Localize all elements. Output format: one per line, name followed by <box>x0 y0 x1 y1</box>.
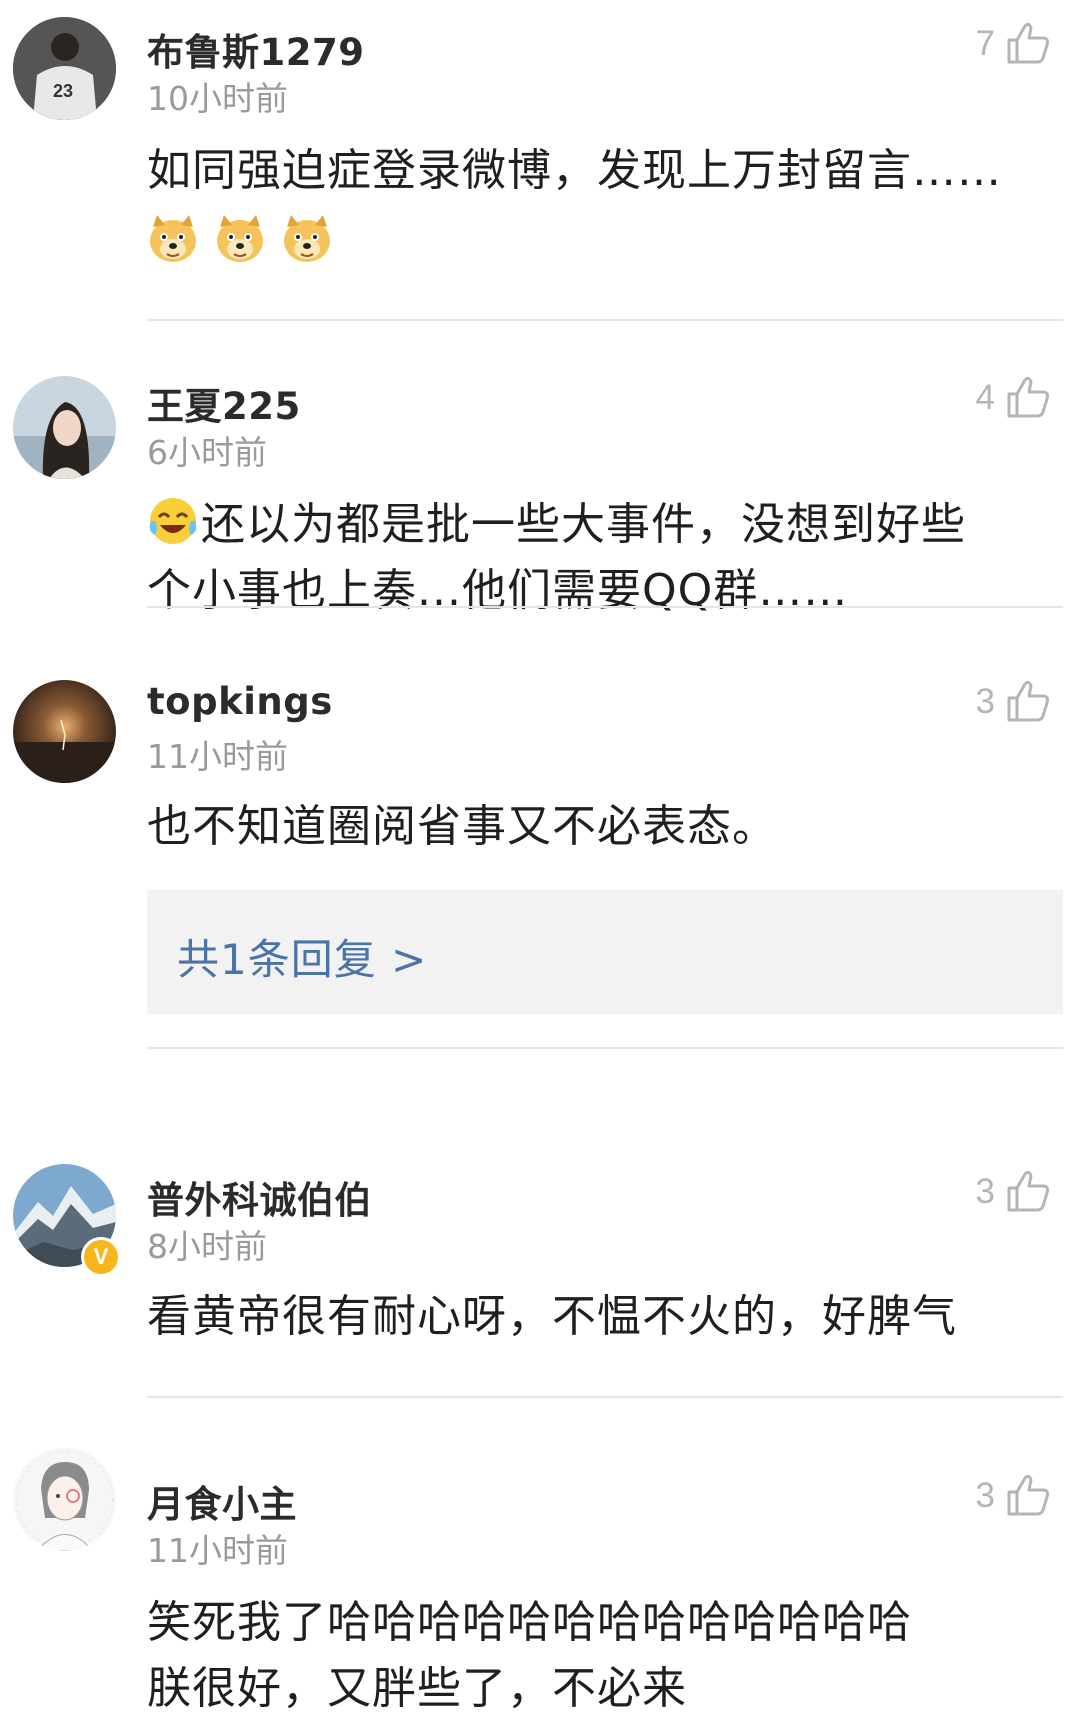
avatar[interactable] <box>13 680 116 783</box>
divider <box>147 319 1063 321</box>
crying-laugh-emoji-icon <box>149 498 197 544</box>
timestamp: 6小时前 <box>147 433 267 472</box>
comment-text-line: 朕很好，又胖些了，不必来 <box>147 1663 687 1714</box>
comment-text-content: 还以为都是批一些大事件，没想到好些 <box>201 499 966 550</box>
thumbs-up-icon[interactable] <box>1005 1168 1051 1214</box>
comment-text-line: 个小事也上奏...他们需要QQ群…… <box>147 565 849 616</box>
thumbs-up-icon[interactable] <box>1005 20 1051 66</box>
avatar[interactable]: 23 <box>13 17 116 120</box>
timestamp: 11小时前 <box>147 1531 288 1570</box>
divider <box>147 1047 1063 1049</box>
like-count: 4 <box>975 378 995 417</box>
comment-text: 也不知道圈阅省事又不必表态。 <box>147 794 1057 860</box>
comment-text: 看黄帝很有耐心呀，不愠不火的，好脾气 <box>147 1284 1057 1350</box>
thumbs-up-icon[interactable] <box>1005 678 1051 724</box>
like-count: 3 <box>975 1476 995 1515</box>
doge-emoji-icon <box>217 215 263 262</box>
svg-text:23: 23 <box>53 81 73 101</box>
username[interactable]: 月食小主 <box>147 1474 297 1528</box>
comment-text-line: 也不知道圈阅省事又不必表态。 <box>147 801 777 852</box>
thumbs-up-icon[interactable] <box>1005 1472 1051 1518</box>
view-replies-link[interactable]: 共1条回复 > <box>177 926 427 987</box>
like-count: 3 <box>975 682 995 721</box>
like-count: 7 <box>975 24 995 63</box>
divider <box>147 606 1063 608</box>
username[interactable]: 王夏225 <box>147 376 301 430</box>
username[interactable]: topkings <box>147 680 333 723</box>
reply-summary-box[interactable]: 共1条回复 > <box>147 890 1063 1014</box>
timestamp: 10小时前 <box>147 79 288 118</box>
comment-text-line: 还以为都是批一些大事件，没想到好些 <box>147 492 1057 558</box>
comment-text: 如同强迫症登录微博，发现上万封留言…… <box>147 138 1057 270</box>
like-count: 3 <box>975 1172 995 1211</box>
emoji-row <box>147 204 1057 270</box>
timestamp: 11小时前 <box>147 737 288 776</box>
comment-text: 还以为都是批一些大事件，没想到好些 个小事也上奏...他们需要QQ群…… <box>147 492 1057 624</box>
username[interactable]: 普外科诚伯伯 <box>147 1170 372 1224</box>
username[interactable]: 布鲁斯1279 <box>147 22 364 76</box>
avatar[interactable] <box>13 376 116 479</box>
divider <box>147 1396 1063 1398</box>
verified-badge: V <box>81 1237 121 1277</box>
doge-emoji-icon <box>150 215 196 262</box>
comment-text: 笑死我了哈哈哈哈哈哈哈哈哈哈哈哈哈 朕很好，又胖些了，不必来 <box>147 1590 1057 1722</box>
timestamp: 8小时前 <box>147 1227 267 1266</box>
comment-text-line: 看黄帝很有耐心呀，不愠不火的，好脾气 <box>147 1291 957 1342</box>
comment-text-line: 如同强迫症登录微博，发现上万封留言…… <box>147 145 1002 196</box>
doge-emoji-icon <box>284 215 330 262</box>
comment-text-line: 笑死我了哈哈哈哈哈哈哈哈哈哈哈哈哈 <box>147 1597 912 1648</box>
avatar[interactable] <box>13 1448 116 1551</box>
thumbs-up-icon[interactable] <box>1005 374 1051 420</box>
